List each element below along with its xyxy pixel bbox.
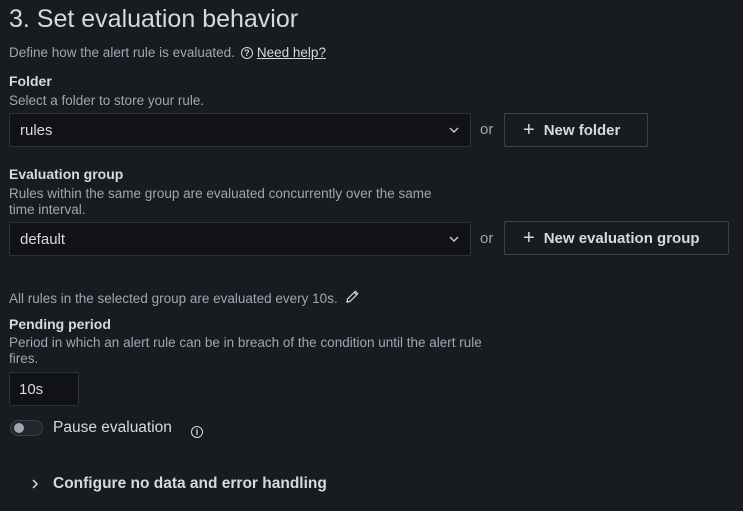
info-icon: i [191,426,203,438]
section-title: 3. Set evaluation behavior [9,5,299,33]
plus-icon: + [523,227,535,249]
evaluation-group-description-2: time interval. [9,202,86,217]
evaluation-group-label: Evaluation group [9,166,124,182]
evaluation-interval-text: All rules in the selected group are eval… [9,291,338,306]
pause-evaluation-label: Pause evaluation [53,419,172,436]
toggle-knob [14,423,24,433]
folder-label: Folder [9,73,52,89]
folder-or-text: or [480,121,494,138]
help-circle-icon: ? [240,47,253,59]
pencil-edit-icon[interactable] [345,289,360,307]
chevron-right-icon[interactable] [31,477,39,495]
folder-select-value: rules [20,121,53,139]
evaluation-interval-row: All rules in the selected group are eval… [9,289,360,307]
folder-description: Select a folder to store your rule. [9,93,205,108]
folder-select[interactable]: rules [9,113,471,147]
group-or-text: or [480,230,494,247]
evaluation-group-select-value: default [20,230,66,248]
configure-no-data-error-handling-toggle[interactable]: Configure no data and error handling [53,475,327,493]
pause-evaluation-toggle[interactable] [10,420,43,436]
chevron-down-icon [448,124,460,136]
new-folder-label: New folder [543,121,621,139]
need-help-link[interactable]: Need help? [257,45,326,60]
evaluation-group-description-1: Rules within the same group are evaluate… [9,186,432,201]
section-description-row: Define how the alert rule is evaluated.?… [9,45,326,60]
pause-evaluation-info[interactable]: i [191,422,203,440]
pending-period-input[interactable]: 10s [9,372,79,406]
pending-period-label: Pending period [9,316,111,332]
plus-icon: + [523,119,535,141]
section-description: Define how the alert rule is evaluated. [9,45,235,60]
chevron-down-icon [448,233,460,245]
evaluation-group-select[interactable]: default [9,222,471,256]
pending-period-value: 10s [19,380,44,398]
new-evaluation-group-button[interactable]: + New evaluation group [504,221,729,255]
new-folder-button[interactable]: + New folder [504,113,648,147]
pending-period-description-2: fires. [9,351,39,366]
new-evaluation-group-label: New evaluation group [543,229,700,247]
pending-period-description-1: Period in which an alert rule can be in … [9,335,482,350]
